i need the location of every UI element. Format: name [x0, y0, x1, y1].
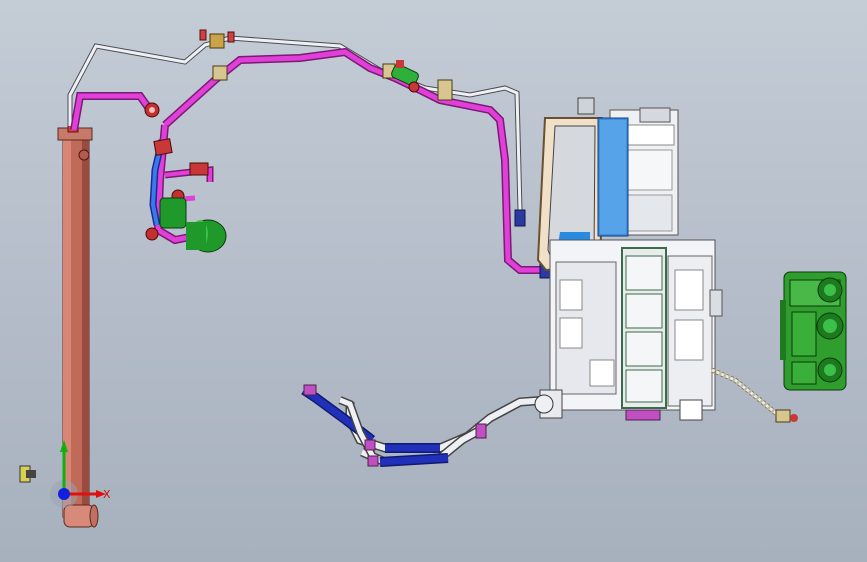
hvac-module[interactable] [536, 97, 723, 421]
assembly-scene[interactable]: X [0, 0, 867, 562]
cad-viewport[interactable]: X [0, 0, 867, 562]
refrigerant-lines[interactable] [70, 47, 545, 274]
blower-control-module[interactable] [780, 271, 847, 391]
receiver-dryer[interactable] [159, 197, 227, 253]
x-axis-label: X [103, 488, 111, 501]
heater-hoses[interactable] [301, 385, 549, 467]
z-axis-dot [58, 488, 70, 500]
bracket-part[interactable] [19, 465, 36, 483]
liquid-line-tube[interactable] [67, 35, 523, 211]
